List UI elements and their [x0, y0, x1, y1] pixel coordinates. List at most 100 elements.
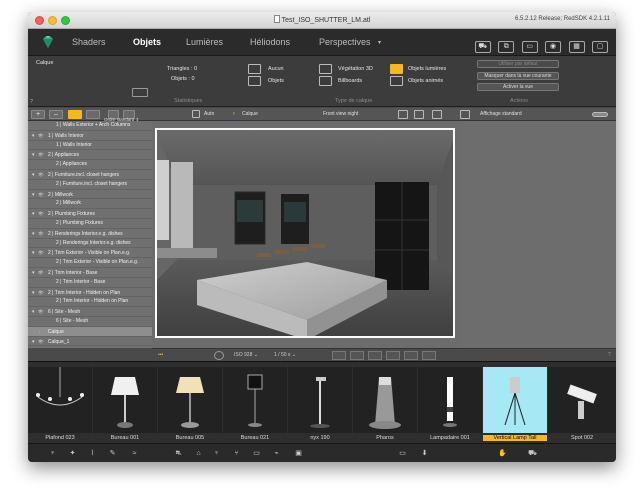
lamp-icon[interactable]	[390, 64, 403, 74]
lamp-icon[interactable]: ♆	[48, 449, 57, 458]
shutter-selector[interactable]: 1 / 50 s ⌄	[274, 351, 296, 360]
zoom-icon[interactable]	[332, 351, 346, 360]
object-thumb-vertical-lamp-tall[interactable]	[483, 367, 547, 433]
expand-icon[interactable]	[414, 110, 424, 119]
bulb-icon[interactable]: ✦	[68, 449, 77, 458]
layer-group-item[interactable]: ▾ 👁 2 | Appliances	[28, 150, 152, 161]
screen-icon[interactable]: ▢	[592, 41, 608, 53]
aperture-icon[interactable]	[214, 351, 224, 360]
layer-sub-item[interactable]: 1 | Walls Interior	[28, 141, 152, 151]
visibility-eye-icon[interactable]: 👁	[38, 131, 48, 141]
film-icon[interactable]: ▦	[568, 41, 585, 53]
hand-icon[interactable]: ✋	[498, 449, 507, 458]
kitchen-render-image[interactable]	[155, 128, 455, 338]
visibility-eye-icon[interactable]: 👁	[38, 209, 48, 219]
move-icon[interactable]	[368, 351, 382, 360]
render-viewport[interactable]	[152, 121, 462, 348]
object-thumb-pharos[interactable]	[353, 367, 417, 433]
display-icon[interactable]: ▭	[521, 41, 538, 53]
display-mode-icon[interactable]	[460, 110, 470, 119]
rotate-icon[interactable]	[386, 351, 400, 360]
hide-in-view-button[interactable]: Masquer dans la vue courante	[477, 72, 559, 80]
tab-heliodons[interactable]: Héliodons	[250, 37, 290, 47]
layer-sub-item[interactable]: 2 | Renderings Interior.e.g. dishes	[28, 239, 152, 249]
visibility-eye-icon[interactable]: 👁	[38, 248, 48, 258]
camera-icon[interactable]: ◉	[545, 41, 562, 53]
tree-icon[interactable]	[319, 64, 332, 74]
visibility-eye-icon[interactable]: 👁	[38, 307, 48, 317]
bag-icon[interactable]: ⛟	[528, 449, 537, 458]
layer-group-item[interactable]: ▾ 👁 2 | Trim Interior - Base	[28, 268, 152, 278]
layer-group-item[interactable]: ▾ 👁 6 | Site - Mesh	[28, 307, 152, 317]
image-icon[interactable]: ▣	[294, 449, 303, 458]
layers-icon[interactable]: ⧉	[498, 41, 515, 53]
visibility-eye-icon[interactable]: 👁	[38, 288, 48, 298]
box-icon[interactable]	[248, 64, 261, 74]
type-option-label[interactable]: Objets animés	[408, 78, 443, 84]
cube-icon[interactable]	[248, 76, 261, 86]
layer-options-icon[interactable]	[86, 110, 100, 119]
car-icon[interactable]: ⛐	[174, 449, 183, 458]
download-icon[interactable]: ⬇	[420, 449, 429, 458]
tab-objets[interactable]: Objets	[133, 37, 161, 47]
object-thumb-nyx-190[interactable]	[288, 367, 352, 433]
tab-perspectives[interactable]: Perspectives	[319, 37, 371, 47]
object-thumb-bureau-021[interactable]	[223, 367, 287, 433]
layer-sub-item[interactable]: 2 | Plumbing Fixtures	[28, 219, 152, 229]
visibility-eye-icon[interactable]: 👁	[38, 190, 48, 200]
layer-sub-item[interactable]: 2 | Trim Exterior - Visible on Plan.e.g.	[28, 258, 152, 268]
sofa-icon[interactable]: ⌂	[194, 449, 203, 458]
object-thumb-spot-002[interactable]	[548, 367, 616, 433]
layer-group-item[interactable]: ▾ 👁 2 | Trim Exterior - Visible on Plan.e.…	[28, 248, 152, 259]
tab-lumieres[interactable]: Lumières	[186, 37, 223, 47]
layer-sub-item[interactable]: 2 | Trim Interior - Base	[28, 278, 152, 288]
visibility-eye-icon[interactable]: 👁	[38, 268, 48, 278]
lamp-filter-icon[interactable]	[68, 110, 82, 119]
layer-group-item[interactable]: ▾ 👁 2 | Plumbing Fixtures	[28, 209, 152, 219]
layer-group-item[interactable]: ▾ 👁 1 | Walls Interior	[28, 131, 152, 141]
add-layer-button[interactable]: +	[31, 110, 45, 119]
layer-sub-item[interactable]: 2 | Trim Interior - Hidden on Plan	[28, 297, 152, 308]
layer-group-item[interactable]: ▾ 👁 2 | Renderings Interior.e.g. dishes	[28, 229, 152, 239]
window-icon[interactable]	[432, 110, 442, 119]
pan-icon[interactable]	[350, 351, 364, 360]
lamp-icon[interactable]: ♆	[212, 449, 221, 458]
type-option-label[interactable]: Objets lumières	[408, 66, 446, 72]
stair-icon[interactable]: ⌇	[88, 449, 97, 458]
layer-sub-item[interactable]: 2 | Appliances	[28, 160, 152, 170]
toggle-switch[interactable]	[592, 112, 608, 117]
more-options-icon[interactable]: •••	[158, 351, 163, 360]
layer-group-item[interactable]: ▾ 👁 Calque_1	[28, 337, 152, 347]
visibility-eye-icon[interactable]: 👁	[38, 170, 48, 180]
target-icon[interactable]	[422, 351, 436, 360]
remove-layer-button[interactable]: –	[49, 110, 63, 119]
type-option-label[interactable]: Objets	[268, 78, 284, 84]
object-thumb-plafond-023[interactable]	[28, 367, 92, 433]
visibility-eye-icon[interactable]: 👁	[38, 337, 48, 347]
lamp-icon[interactable]: ♆	[38, 327, 48, 337]
pen-icon[interactable]: ✎	[108, 449, 117, 458]
type-option-label[interactable]: Billboards	[338, 78, 362, 84]
use-default-button[interactable]: Utiliser par défaut	[477, 60, 559, 68]
activate-view-dropdown[interactable]: Activer la vue	[477, 83, 559, 91]
folder-icon[interactable]: ▭	[398, 449, 407, 458]
billboard-icon[interactable]	[319, 76, 332, 86]
cart-icon[interactable]: ⛟	[474, 41, 491, 53]
fit-icon[interactable]	[398, 110, 408, 119]
visibility-eye-icon[interactable]: 👁	[38, 229, 48, 239]
bed-icon[interactable]: ▭	[252, 449, 261, 458]
type-option-label[interactable]: Végétation 3D	[338, 66, 373, 72]
iso-selector[interactable]: ISO 928 ⌄	[234, 351, 258, 360]
layer-group-item[interactable]: ▾ 👁 2 | Furniture.incl. closet hangers	[28, 170, 152, 180]
layer-sub-item[interactable]: 1 | Walls Exterior + Arch Columns	[28, 121, 152, 131]
object-thumb-bureau-005[interactable]	[158, 367, 222, 433]
layer-group-item[interactable]: ▾ 👁 2 | Trim Interior - Hidden on Plan	[28, 288, 152, 298]
object-thumb-bureau-001[interactable]	[93, 367, 157, 433]
tab-shaders[interactable]: Shaders	[72, 37, 106, 47]
screenshot-icon[interactable]	[132, 88, 148, 97]
help-icon[interactable]: ?	[30, 99, 33, 105]
chair-icon[interactable]: ⑂	[232, 449, 241, 458]
layer-group-item[interactable]: ▾ 👁 2 | Millwork	[28, 190, 152, 200]
object-thumb-lampadaire-001[interactable]	[418, 367, 482, 433]
type-option-label[interactable]: Aucun	[268, 66, 284, 72]
